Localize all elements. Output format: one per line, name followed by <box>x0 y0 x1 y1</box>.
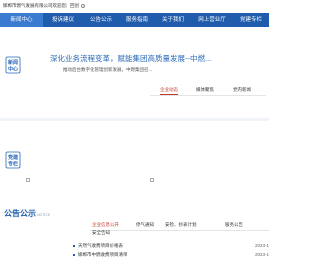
nav-item-about-us[interactable]: 关于我们 <box>155 13 191 27</box>
nav-item-complaints[interactable]: 投诉建议 <box>43 13 83 27</box>
notice-title-text: 公告公示 <box>4 209 36 218</box>
list-item-title[interactable]: 邯郸市中燃收费项目清单 <box>78 252 128 258</box>
featured-news-subtitle[interactable]: 推动后台数字化管理创新发展，中燃集团召... <box>63 67 152 73</box>
top-bar: 邯郸市燃气发展有限公司欢迎您 | 回创 <box>0 0 269 14</box>
news-tabs: 企业动态 媒体聚焦 党内新闻 <box>150 85 266 96</box>
party-column-icon: 党建 专栏 <box>5 151 21 169</box>
globe-icon[interactable] <box>81 4 85 8</box>
party-icon-text-2: 专栏 <box>8 161 18 168</box>
news-center-icon: 新闻 中心 <box>5 56 21 74</box>
broken-image-icon[interactable] <box>26 178 30 182</box>
section-divider <box>0 118 269 121</box>
broken-image-icon[interactable] <box>150 178 154 182</box>
list-item-date: 2023-1 <box>254 243 269 248</box>
news-icon-text-2: 中心 <box>8 66 18 73</box>
tab-gas-outage[interactable]: 停气通知 <box>136 222 154 228</box>
main-nav: 新闻中心 投诉建议 公告公示 服务指南 关于我们 网上营业厅 党建专栏 <box>0 13 269 27</box>
tab-media-focus[interactable]: 媒体聚焦 <box>196 87 214 93</box>
notice-subtitle-text: NOTICE <box>37 213 51 217</box>
tab-info-disclosure[interactable]: 企业信息公开 <box>92 222 119 228</box>
topbar-home-link[interactable]: 回创 <box>70 3 79 9</box>
nav-item-party-column[interactable]: 党建专栏 <box>233 13 269 27</box>
nav-item-online-hall[interactable]: 网上营业厅 <box>191 13 233 27</box>
tab-inspection-plan[interactable]: 安检、抄表计划 <box>165 222 197 228</box>
tab-party-news[interactable]: 党内新闻 <box>233 87 251 93</box>
tab-company-news[interactable]: 企业动态 <box>160 87 178 95</box>
news-icon-text-1: 新闻 <box>8 59 18 66</box>
notice-section-title: 公告公示NOTICE <box>4 208 50 219</box>
list-item-title[interactable]: 天然气收费项目价格表 <box>78 243 123 249</box>
list-item[interactable]: 天然气收费项目价格表 2023-1 <box>73 243 269 251</box>
tab-safety-notice[interactable]: 安全告知 <box>92 230 110 236</box>
nav-item-news-center[interactable]: 新闻中心 <box>0 13 43 27</box>
list-item-date: 2023-1 <box>254 252 269 257</box>
featured-news-title[interactable]: 深化业务流程变革，赋能集团高质量发展--中燃... <box>50 53 211 64</box>
org-welcome-text: 邯郸市燃气发展有限公司欢迎您 <box>3 3 66 8</box>
bullet-icon <box>73 254 75 256</box>
notice-tabs: 企业信息公开 停气通知 安检、抄表计划 服务公告 <box>90 220 269 231</box>
party-icon-text-1: 党建 <box>8 154 19 161</box>
bullet-icon <box>73 245 75 247</box>
topbar-separator: | <box>66 3 68 8</box>
tab-service-notice[interactable]: 服务公告 <box>225 222 243 228</box>
nav-item-service-guide[interactable]: 服务指南 <box>119 13 155 27</box>
list-item[interactable]: 邯郸市中燃收费项目清单 2023-1 <box>73 252 269 260</box>
nav-item-notices[interactable]: 公告公示 <box>83 13 119 27</box>
